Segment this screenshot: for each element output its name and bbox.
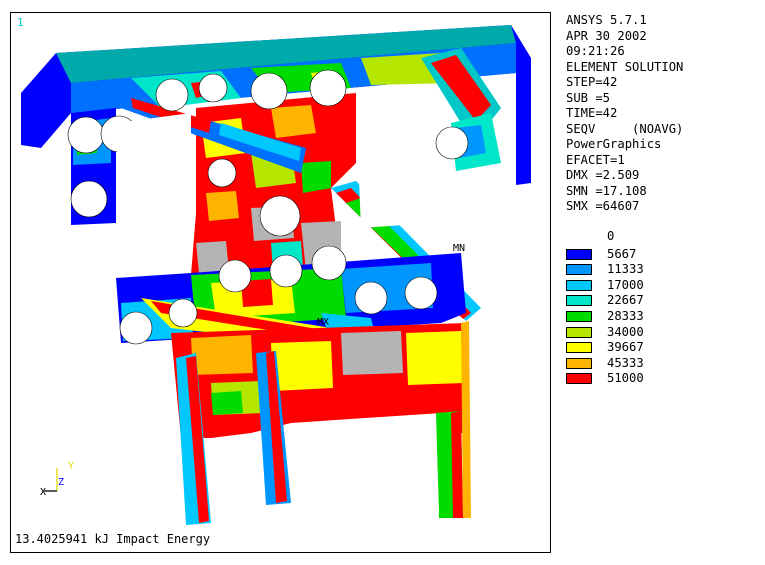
info-line: ELEMENT SOLUTION <box>566 59 684 74</box>
lower-frame <box>171 323 466 438</box>
solution-info-panel: ANSYS 5.7.1 APR 30 2002 09:21:26 ELEMENT SO… <box>566 13 683 215</box>
mx-marker: MX <box>317 317 329 328</box>
legend-swatch <box>566 342 592 354</box>
info-line: SMN =17.108 <box>566 183 647 198</box>
triad-x-label: X <box>40 487 46 498</box>
legend-swatch <box>566 326 592 338</box>
legend-label: 45333 <box>607 355 644 370</box>
info-line: ANSYS 5.7.1 <box>566 13 647 27</box>
legend-label: 11333 <box>607 262 644 277</box>
legend-swatch <box>566 248 592 260</box>
info-line: PowerGraphics <box>566 137 662 151</box>
legend-label: 28333 <box>607 308 644 323</box>
legend-swatch <box>566 295 592 307</box>
caption-impact-energy: 13.4025941 kJ Impact Energy <box>15 532 211 546</box>
legend-label: 34000 <box>607 324 644 339</box>
legend-label: 51000 <box>607 371 644 386</box>
legend-label: 17000 <box>607 277 644 292</box>
info-line: EFACET=1 <box>566 152 625 167</box>
info-line: STEP=42 <box>566 75 618 89</box>
info-line: SEQV (NOAVG) <box>566 121 684 136</box>
info-line: SUB =5 <box>566 90 611 105</box>
axis-triad: Y X Z <box>40 461 74 498</box>
info-line: DMX =2.509 <box>566 168 640 182</box>
info-line: 09:21:26 <box>566 44 625 58</box>
legend-swatch <box>566 373 592 385</box>
legend-min-label: 0 <box>607 229 615 243</box>
legend-swatch <box>566 264 592 276</box>
legend-label: 22667 <box>607 293 644 308</box>
info-line: TIME=42 <box>566 106 618 120</box>
info-line: APR 30 2002 <box>566 28 647 43</box>
graphics-viewport[interactable]: 1 MN MX Y X Z 13.4025941 kJ Impact Energ… <box>10 12 551 553</box>
mn-marker: MN <box>453 243 465 254</box>
legend-label: 5667 <box>607 246 637 261</box>
legend-label: 39667 <box>607 340 644 355</box>
legend-swatch <box>566 310 592 322</box>
info-line: SMX =64607 <box>566 199 640 213</box>
triad-y-label: Y <box>68 461 74 472</box>
stress-contour-plot: MN MX Y X Z <box>21 25 531 531</box>
triad-z-label: Z <box>58 477 64 488</box>
legend-swatch <box>566 357 592 369</box>
legend-swatch <box>566 279 592 291</box>
